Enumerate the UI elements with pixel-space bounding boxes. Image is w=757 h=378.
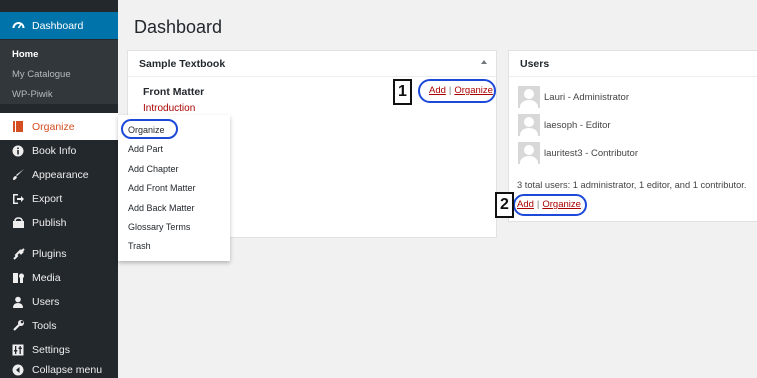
sidebar-item-label: Plugins <box>32 247 67 260</box>
widget-title: Users <box>509 51 757 77</box>
sidebar-item-label: Book Info <box>32 144 77 157</box>
sidebar-item-dashboard[interactable]: Dashboard <box>0 12 118 39</box>
book-icon <box>11 120 25 134</box>
flyout-item-add-back-matter[interactable]: Add Back Matter <box>128 203 195 213</box>
widget-title: Sample Textbook <box>128 51 496 77</box>
sidebar-item-label: Publish <box>32 216 67 229</box>
users-summary: 3 total users: 1 administrator, 1 editor… <box>517 180 747 190</box>
sidebar-item-tools[interactable]: Tools <box>0 312 118 339</box>
flyout-item-add-part[interactable]: Add Part <box>128 144 163 154</box>
sidebar-item-media[interactable]: Media <box>0 264 118 291</box>
callout-label: 2 <box>495 192 514 218</box>
sidebar-item-label: Users <box>32 295 60 308</box>
admin-sidebar: Dashboard Home My Catalogue WP-Piwik Org… <box>0 0 118 378</box>
settings-icon <box>11 343 25 357</box>
cart-icon <box>11 216 25 230</box>
submenu-item-home[interactable]: Home <box>12 49 38 60</box>
avatar <box>518 114 540 136</box>
info-icon <box>11 144 25 158</box>
sidebar-item-label: Dashboard <box>32 19 84 32</box>
front-matter-heading: Front Matter <box>143 86 205 98</box>
user-name[interactable]: laesoph - Editor <box>544 120 611 131</box>
highlight-oval <box>121 119 178 139</box>
flyout-item-add-chapter[interactable]: Add Chapter <box>128 164 179 174</box>
introduction-link[interactable]: Introduction <box>143 103 195 114</box>
dashboard-icon <box>11 19 25 33</box>
sidebar-item-label: Appearance <box>32 168 89 181</box>
sidebar-item-label: Collapse menu <box>32 363 103 376</box>
avatar <box>518 86 540 108</box>
callout-label: 1 <box>393 79 412 105</box>
wrench-icon <box>11 319 25 333</box>
page-title: Dashboard <box>134 17 223 37</box>
flyout-item-trash[interactable]: Trash <box>128 241 151 251</box>
sidebar-item-users[interactable]: Users <box>0 288 118 315</box>
avatar <box>518 142 540 164</box>
export-icon <box>11 192 25 206</box>
submenu-item-wp-piwik[interactable]: WP-Piwik <box>12 89 53 100</box>
highlight-oval <box>513 194 587 216</box>
user-row: laesoph - Editor <box>518 114 611 136</box>
plugin-icon <box>11 247 25 261</box>
media-icon <box>11 271 25 285</box>
sidebar-item-appearance[interactable]: Appearance <box>0 161 118 188</box>
sidebar-item-organize[interactable]: Organize <box>0 113 118 140</box>
user-row: lauritest3 - Contributor <box>518 142 638 164</box>
sidebar-item-label: Tools <box>32 319 57 332</box>
sidebar-item-publish[interactable]: Publish <box>0 209 118 236</box>
caret-up-icon[interactable] <box>481 60 487 64</box>
current-menu-arrow <box>118 11 126 27</box>
submenu-item-my-catalogue[interactable]: My Catalogue <box>12 69 71 80</box>
sidebar-item-label: Export <box>32 192 63 205</box>
collapse-menu-button[interactable]: Collapse menu <box>0 356 118 378</box>
paintbrush-icon <box>11 168 25 182</box>
users-icon <box>11 295 25 309</box>
sidebar-item-book-info[interactable]: Book Info <box>0 137 118 164</box>
collapse-icon <box>11 363 25 377</box>
user-name[interactable]: lauritest3 - Contributor <box>544 148 638 159</box>
flyout-item-add-front-matter[interactable]: Add Front Matter <box>128 183 196 193</box>
user-row: Lauri - Administrator <box>518 86 629 108</box>
user-name[interactable]: Lauri - Administrator <box>544 92 629 103</box>
sidebar-item-export[interactable]: Export <box>0 185 118 212</box>
sidebar-item-label: Media <box>32 271 61 284</box>
flyout-item-glossary-terms[interactable]: Glossary Terms <box>128 222 190 232</box>
sidebar-item-plugins[interactable]: Plugins <box>0 240 118 267</box>
sidebar-item-label: Organize <box>32 120 75 133</box>
sidebar-item-label: Settings <box>32 343 70 356</box>
highlight-oval <box>418 79 496 103</box>
